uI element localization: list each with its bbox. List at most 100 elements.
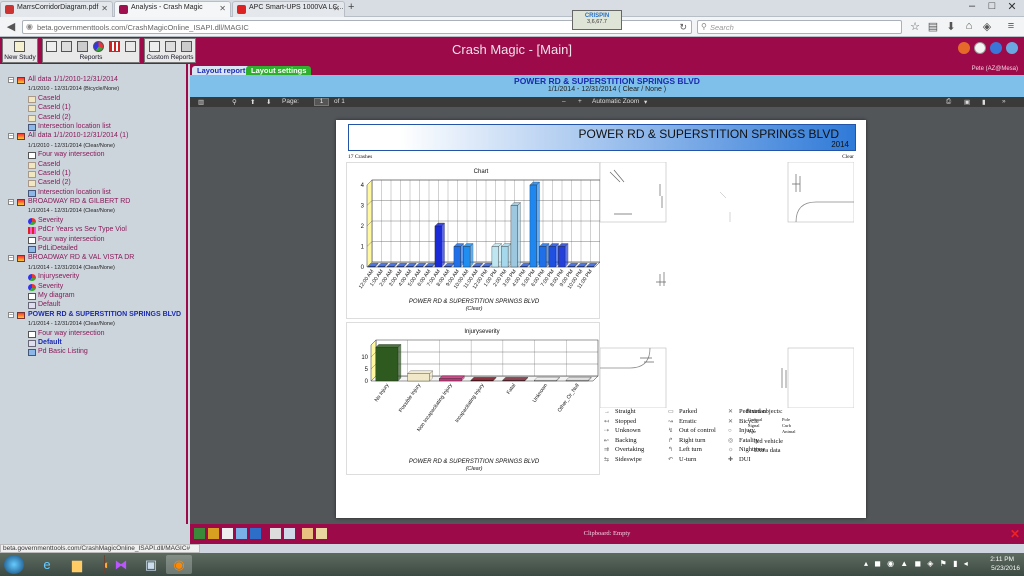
study-tree-panel: – All data 1/1/2010-12/31/2014 1/1/2010 - … [0,64,188,544]
collapse-icon[interactable]: – [8,199,14,206]
tree-study-node[interactable]: – All data 1/1/2010-12/31/2014 [2,76,186,85]
reload-icon[interactable]: ↻ [679,22,687,33]
tools-icon[interactable]: » [1002,98,1006,105]
collapse-icon[interactable]: – [8,133,14,140]
injury-chart-svg: Injuryseverity 0 5 10 No Injury Possible Inju… [361,329,599,472]
tree-report-item[interactable]: Default [2,339,186,348]
diagram-icon [28,330,36,338]
pdf-viewer[interactable]: POWER RD & SUPERSTITION SPRINGS BLVD 201… [190,107,1024,525]
chart-bar [472,266,480,268]
tree-report-item[interactable]: Intersection location list [2,123,186,132]
tree-study-node[interactable]: – POWER RD & SUPERSTITION SPRINGS BLVD [2,311,186,320]
tab-layout-settings[interactable]: Layout settings [246,66,312,75]
tree-report-item[interactable]: PdCr Years vs Sev Type Viol [2,226,186,235]
tree-report-item[interactable]: Intersection location list [2,189,186,198]
ie-icon[interactable]: e [34,555,60,574]
book-icon[interactable] [974,42,986,54]
status-url: beta.governmenttools.com/CrashMagicOnlin… [0,544,200,553]
tree-report-item[interactable]: Severity [2,217,186,226]
tree-report-item[interactable]: CaseId (1) [2,104,186,113]
zoom-out-icon[interactable]: – [562,98,566,105]
tree-report-item[interactable]: CaseId (1) [2,170,186,179]
tree-study-node[interactable]: – BROADWAY RD & GILBERT RD [2,198,186,207]
file-explorer-icon[interactable]: ▆ [64,555,90,574]
bookmark-icon[interactable]: ▮ [982,98,986,106]
browser-tab-label: Analysis - Crash Magic [131,4,203,11]
reading-list-icon[interactable]: ▤ [926,20,940,34]
tray-icons[interactable]: ▴ ◼ ◉ ▲ ◼ ◈ ⚑ ▮ ◂ [864,559,970,568]
collapse-icon[interactable]: – [8,311,14,318]
tree-report-item[interactable]: CaseId (2) [2,179,186,188]
close-icon[interactable]: ✕ [101,4,108,13]
notification-icon[interactable] [958,42,970,54]
tree-report-item[interactable]: Default [2,301,186,310]
minimize-icon[interactable]: – [964,0,980,12]
collapse-icon[interactable]: – [8,255,14,262]
find-icon[interactable]: ⚲ [232,98,237,106]
window-close-icon[interactable]: ✕ [1004,0,1020,13]
report-subtitle: 1/1/2014 - 12/31/2014 ( Clear / None ) [547,86,667,93]
sidebar-toggle-icon[interactable]: ▥ [198,98,204,106]
browser-tab-marrs[interactable]: MarrsCorridorDiagram.pdf ✕ [0,1,113,17]
collapse-icon[interactable]: – [8,77,14,83]
user-label[interactable]: Pete (AZ@Mesa) [972,66,1018,72]
computer-icon[interactable]: ▣ [138,555,164,574]
tree-report-item[interactable]: PdLiDetailed [2,245,186,254]
chart-footer-sub: (Clear) [466,306,483,312]
tree-report-item[interactable]: Four way intersection [2,236,186,245]
close-icon[interactable]: ✕ [1010,527,1020,541]
close-icon[interactable]: ✕ [219,4,226,13]
legend-symbol-icon: ↝ [668,418,674,425]
previous-page-icon[interactable]: ⬆ [250,98,255,106]
page-label: Page: [282,98,299,105]
print-icon[interactable]: ⎙ [946,98,951,106]
legend-symbol-icon: ↰ [668,447,674,454]
bar-top [565,377,592,381]
clock-date[interactable]: 5/23/2016 [991,565,1020,572]
diagram-icon [28,152,36,160]
save-icon[interactable]: ▣ [964,98,970,106]
menu-icon[interactable]: ≡ [1004,20,1018,34]
bar-top [502,377,529,381]
pocket-icon[interactable]: ◈ [980,20,994,34]
tree-report-item[interactable]: CaseId [2,95,186,104]
start-button[interactable] [4,555,24,574]
tree-report-item[interactable]: Four way intersection [2,151,186,160]
browser-tab-apc[interactable]: APC Smart-UPS 1000VA LC... ✕ [232,1,345,17]
chart-footer: POWER RD & SUPERSTITION SPRINGS BLVD [409,459,540,465]
browser-tab-strip: MarrsCorridorDiagram.pdf ✕ Analysis - Cr… [0,0,1024,17]
tree-study-node[interactable]: – All data 1/1/2010-12/31/2014 (1) [2,132,186,141]
tree-report-item[interactable]: CaseId (2) [2,114,186,123]
tree-report-item[interactable]: Pd Basic Listing [2,348,186,357]
extra-legend-item: 3rd vehicle [754,438,784,445]
legend-item: ✕ Pedestrian [728,408,766,415]
visual-studio-icon[interactable]: ⧓ [108,555,134,574]
close-icon[interactable]: ✕ [333,4,340,13]
zoom-select[interactable]: Automatic Zoom [592,98,639,105]
maximize-icon[interactable]: □ [984,0,1000,12]
help-icon[interactable] [1006,42,1018,54]
next-page-icon[interactable]: ⬇ [266,98,271,106]
x-tick-label: Non Incapacitating Injury [416,382,454,433]
info-icon[interactable] [990,42,1002,54]
bookmark-star-icon[interactable]: ☆ [908,20,922,34]
new-tab-button[interactable]: + [348,1,354,13]
home-icon[interactable]: ⌂ [962,20,976,34]
clock-time[interactable]: 2:11 PM [990,556,1014,563]
firefox-icon[interactable]: ◉ [166,555,192,574]
browser-tab-crash-magic[interactable]: Analysis - Crash Magic ✕ [114,1,231,17]
back-icon[interactable]: ◀ [4,20,18,34]
tree-report-item[interactable]: Injuryseverity [2,273,186,282]
report-tab-row: Layout report Layout settings Pete (AZ@M… [190,64,1024,75]
tree-report-item[interactable]: CaseId [2,161,186,170]
tab-layout-report[interactable]: Layout report [192,66,251,75]
tree-report-item[interactable]: My diagram [2,292,186,301]
page-number-input[interactable]: 1 [314,98,329,106]
search-input[interactable]: ⚲ Search [697,20,902,34]
weather-label: Clear [842,154,854,160]
tree-report-item[interactable]: Four way intersection [2,330,186,339]
download-icon[interactable]: ⬇ [944,20,958,34]
tree-report-item[interactable]: Severity [2,283,186,292]
tree-study-node[interactable]: – BROADWAY RD & VAL VISTA DR [2,254,186,263]
zoom-in-icon[interactable]: + [578,98,582,105]
